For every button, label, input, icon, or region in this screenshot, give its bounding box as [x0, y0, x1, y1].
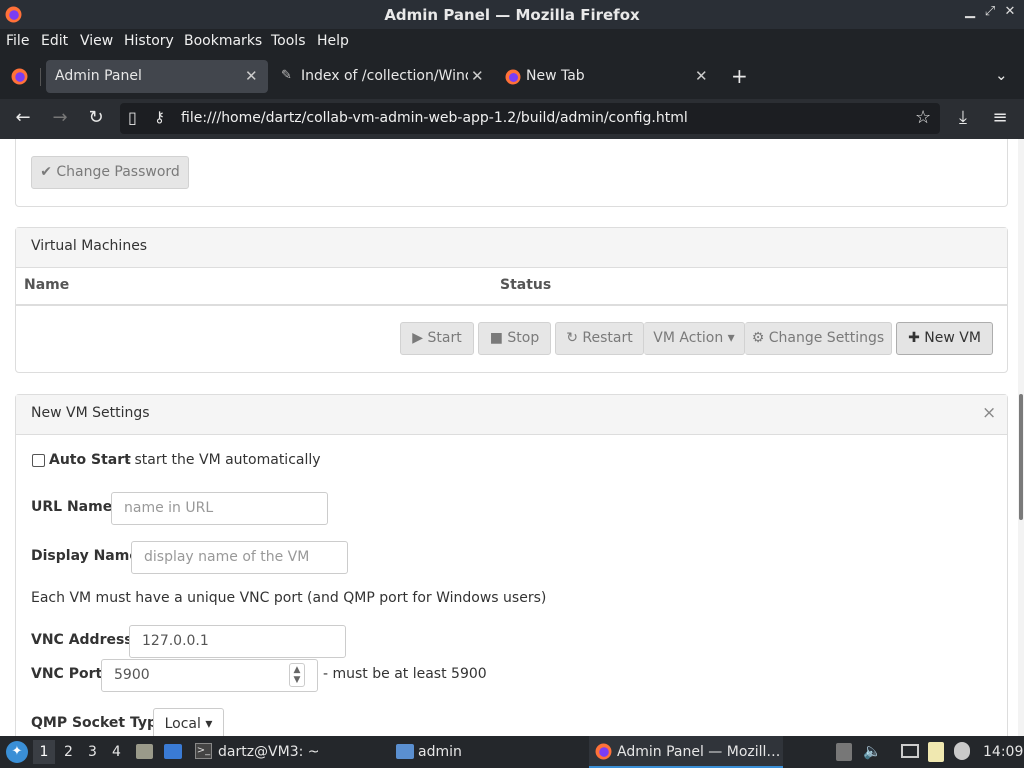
url-name-input[interactable]: name in URL [111, 492, 328, 525]
downloads-icon[interactable]: ⤓ [952, 107, 974, 128]
restart-button[interactable]: ↻ Restart [555, 322, 644, 355]
spinner-arrows-icon[interactable]: ▲ ▼ [289, 663, 305, 687]
page-content: ✔ Change Password Virtual Machines Name … [0, 139, 1018, 736]
taskbar-terminal[interactable]: dartz@VM3: ~ [218, 744, 320, 760]
tab-admin-panel[interactable]: Admin Panel ✕ [46, 60, 268, 93]
network-icon[interactable] [901, 744, 919, 758]
firefox-icon [505, 69, 521, 85]
new-vm-heading: New VM Settings [31, 405, 150, 421]
new-vm-button[interactable]: ✚ New VM [896, 322, 993, 355]
tab-label: New Tab [526, 68, 585, 84]
firefox-view-icon[interactable] [11, 68, 28, 85]
column-header-name: Name [24, 277, 70, 293]
workspace-3[interactable]: 3 [88, 744, 97, 760]
tab-label: Admin Panel [55, 68, 142, 84]
tab-new-tab[interactable]: New Tab ✕ [498, 60, 720, 93]
tab-favicon-icon: ✎ [281, 68, 292, 83]
menu-file[interactable]: File [6, 33, 29, 49]
window-titlebar: Admin Panel — Mozilla Firefox ▁ ⤢ ✕ [0, 0, 1024, 29]
back-arrow-icon[interactable]: ← [12, 107, 34, 128]
tab-close-icon[interactable]: ✕ [471, 67, 484, 85]
auto-start-label: Auto Start [49, 452, 131, 468]
column-header-status: Status [500, 277, 552, 293]
tab-close-icon[interactable]: ✕ [245, 67, 258, 85]
close-panel-icon[interactable]: × [982, 403, 996, 423]
vm-action-dropdown[interactable]: VM Action ▾ [644, 322, 745, 355]
vms-heading: Virtual Machines [31, 238, 148, 254]
menu-view[interactable]: View [80, 33, 113, 49]
files-launcher-icon[interactable] [136, 744, 153, 759]
taskbar-firefox-label: Admin Panel — Mozill… [617, 744, 781, 760]
window-title: Admin Panel — Mozilla Firefox [384, 6, 640, 24]
page-document-icon: ▯ [128, 108, 137, 127]
vnc-port-value: 5900 [114, 667, 150, 683]
url-bar[interactable]: ▯ ⚷ file:///home/dartz/collab-vm-admin-w… [120, 103, 940, 134]
taskbar: ✦ 1 2 3 4 >_ dartz@VM3: ~ admin Admin Pa… [0, 736, 1024, 768]
permissions-key-icon[interactable]: ⚷ [154, 108, 165, 126]
menu-help[interactable]: Help [317, 33, 349, 49]
taskbar-files[interactable]: admin [418, 744, 462, 760]
close-window-icon[interactable]: ✕ [1002, 4, 1018, 19]
workspace-4[interactable]: 4 [112, 744, 121, 760]
vnc-note: Each VM must have a unique VNC port (and… [31, 590, 547, 606]
workspace-2[interactable]: 2 [64, 744, 73, 760]
scrollbar-thumb[interactable] [1019, 394, 1023, 520]
clock[interactable]: 14:09 [983, 744, 1023, 760]
firefox-icon [595, 743, 612, 760]
start-menu-icon[interactable]: ✦ [6, 741, 28, 763]
new-vm-settings-panel: New VM Settings × Auto Start - start the… [15, 394, 1008, 736]
desktop-icon[interactable] [164, 744, 182, 759]
qmp-socket-type-label: QMP Socket Type: [31, 715, 173, 731]
stop-button[interactable]: ■ Stop [478, 322, 551, 355]
vnc-port-note: - must be at least 5900 [323, 666, 487, 682]
navigation-bar: ← → ↻ ▯ ⚷ file:///home/dartz/collab-vm-a… [0, 99, 1024, 139]
panel-heading: New VM Settings × [16, 395, 1007, 435]
url-name-label: URL Name: [31, 499, 118, 515]
display-name-label: Display Name: [31, 548, 145, 564]
change-settings-button[interactable]: ⚙ Change Settings [745, 322, 892, 355]
url-text: file:///home/dartz/collab-vm-admin-web-a… [181, 110, 688, 126]
bookmark-star-icon[interactable]: ☆ [915, 107, 931, 128]
password-panel: ✔ Change Password [15, 139, 1008, 207]
terminal-icon: >_ [195, 743, 212, 759]
tab-index-collection[interactable]: ✎ Index of /collection/Windo ✕ [272, 60, 494, 93]
menu-tools[interactable]: Tools [271, 33, 306, 49]
change-password-button[interactable]: ✔ Change Password [31, 156, 189, 189]
vnc-port-input[interactable]: 5900 ▲ ▼ [101, 659, 318, 692]
vnc-address-label: VNC Address: [31, 632, 139, 648]
notes-icon[interactable] [928, 742, 944, 762]
panel-heading: Virtual Machines [16, 228, 1007, 268]
virtual-machines-panel: Virtual Machines Name Status ▶ Start ■ S… [15, 227, 1008, 373]
volume-icon[interactable]: 🔈 [863, 742, 882, 760]
hamburger-menu-icon[interactable]: ≡ [989, 107, 1011, 128]
auto-start-description: - start the VM automatically [125, 452, 321, 468]
forward-arrow-icon[interactable]: → [49, 107, 71, 128]
display-name-input[interactable]: display name of the VM [131, 541, 348, 574]
list-tabs-chevron-down-icon[interactable]: ⌄ [995, 66, 1008, 84]
clipboard-icon[interactable] [836, 743, 852, 761]
reload-icon[interactable]: ↻ [85, 107, 107, 128]
tab-close-icon[interactable]: ✕ [695, 67, 708, 85]
folder-icon [396, 744, 414, 759]
start-button[interactable]: ▶ Start [400, 322, 474, 355]
tab-bar: Admin Panel ✕ ✎ Index of /collection/Win… [0, 54, 1024, 99]
taskbar-firefox-window[interactable]: Admin Panel — Mozill… [589, 736, 783, 768]
menu-history[interactable]: History [124, 33, 174, 49]
vm-table-header: Name Status [16, 268, 1007, 306]
menu-bar: File Edit View History Bookmarks Tools H… [0, 29, 1024, 54]
new-tab-icon[interactable]: + [731, 64, 748, 88]
qmp-socket-type-dropdown[interactable]: Local ▾ [153, 708, 224, 736]
tab-label: Index of /collection/Windo [301, 68, 468, 84]
restore-icon[interactable]: ⤢ [982, 4, 998, 19]
auto-start-checkbox[interactable] [32, 454, 45, 467]
menu-bookmarks[interactable]: Bookmarks [184, 33, 262, 49]
vnc-port-label: VNC Port: [31, 666, 108, 682]
minimize-icon[interactable]: ▁ [962, 4, 978, 19]
notification-icon[interactable] [954, 742, 970, 760]
workspace-1[interactable]: 1 [33, 740, 55, 764]
menu-edit[interactable]: Edit [41, 33, 68, 49]
vnc-address-input[interactable]: 127.0.0.1 [129, 625, 346, 658]
tab-separator [40, 68, 41, 86]
